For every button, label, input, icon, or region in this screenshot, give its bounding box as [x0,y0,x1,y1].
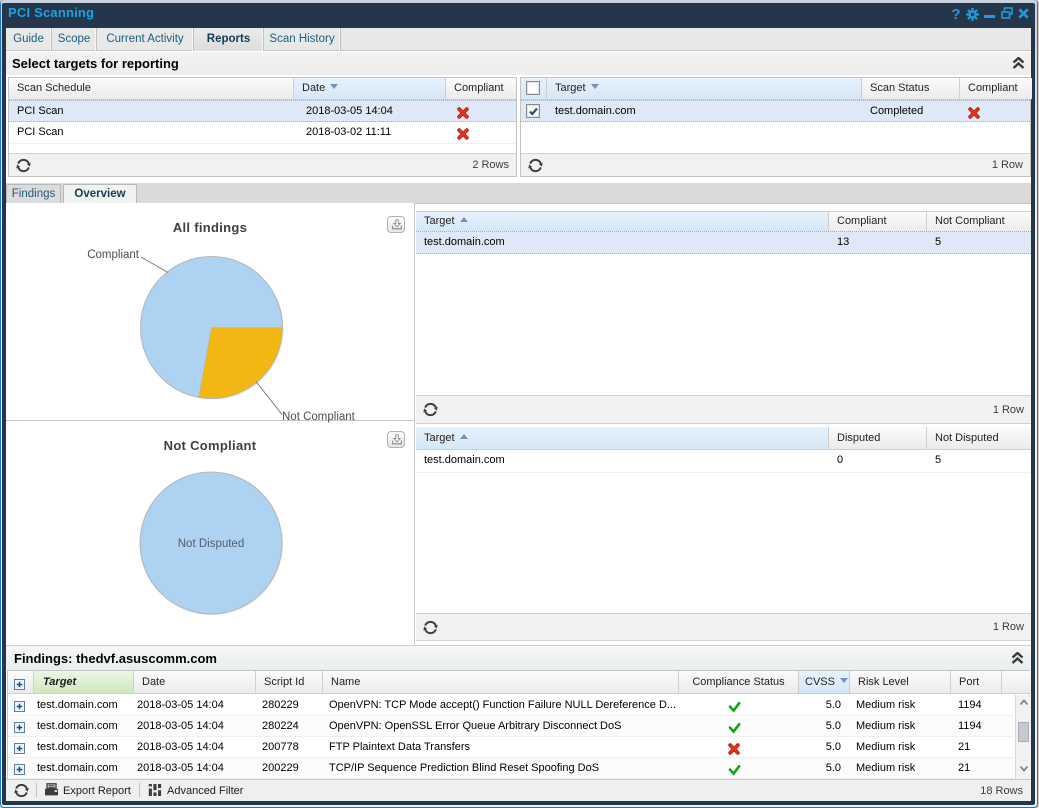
svg-text:Not Disputed: Not Disputed [178,538,244,550]
